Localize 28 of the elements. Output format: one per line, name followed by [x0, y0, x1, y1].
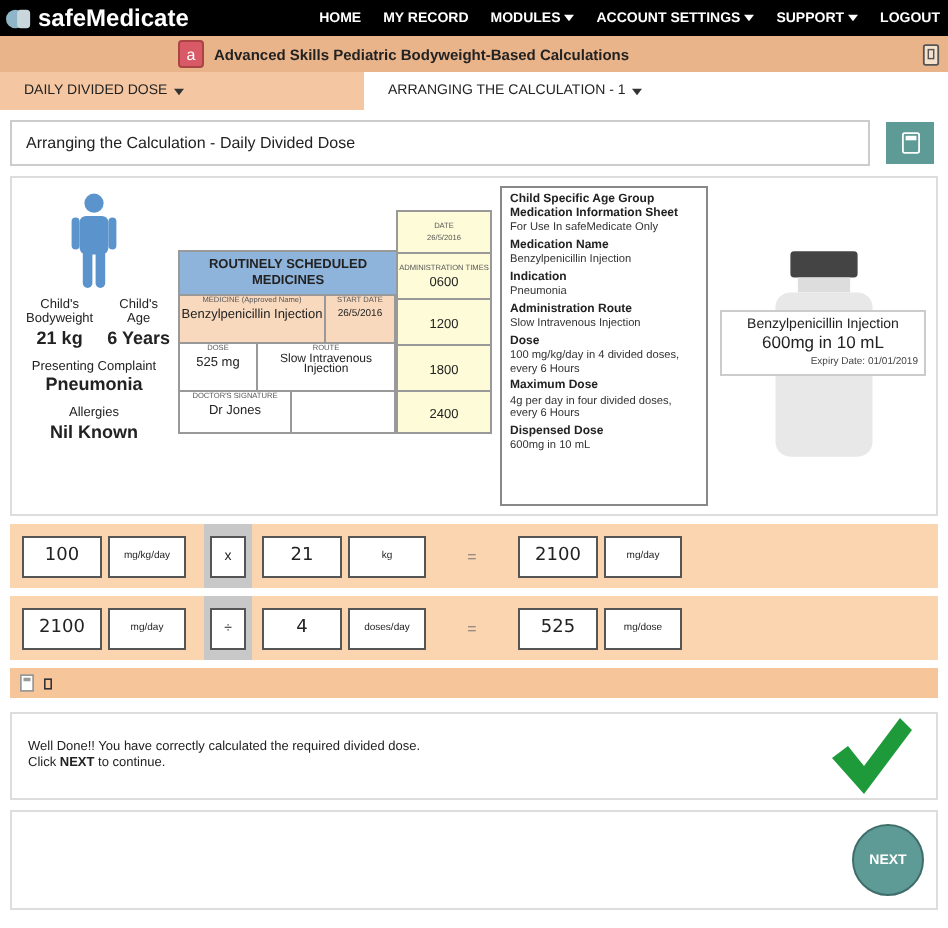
child-figure [70, 190, 118, 290]
caret-icon [564, 14, 575, 22]
value-box[interactable]: 2100 [518, 535, 598, 577]
page-title: Arranging the Calculation - Daily Divided Dose [10, 120, 870, 166]
value-box[interactable]: 2100 [22, 607, 102, 649]
caret-icon [744, 14, 755, 22]
patient-value: Pneumonia [45, 374, 143, 395]
brand-name: safeMedicate [38, 4, 189, 32]
vial-strength: 600mg in 10 mL [762, 332, 884, 352]
calculator-button[interactable] [886, 122, 934, 164]
calculator-icon [901, 132, 919, 154]
logo-icon [6, 5, 32, 31]
equals-sign: = [465, 547, 479, 565]
value-box[interactable]: 21 [262, 535, 342, 577]
patient-value: Nil Known [50, 421, 138, 442]
notebook-icon[interactable] [922, 43, 940, 65]
calculator-icon[interactable] [20, 674, 34, 692]
value-box[interactable]: 100 [22, 535, 102, 577]
caret-icon [631, 87, 642, 95]
caret-icon [173, 87, 184, 95]
value-box[interactable]: 525 [518, 607, 598, 649]
notepad-icon[interactable] [44, 677, 52, 689]
equals-sign: = [465, 619, 479, 637]
value-box[interactable]: 4 [262, 607, 342, 649]
module-badge: a [178, 40, 204, 68]
caret-icon [848, 14, 859, 22]
patient-value: 6 Years [107, 327, 170, 348]
patient-value: 21 kg [36, 327, 83, 348]
